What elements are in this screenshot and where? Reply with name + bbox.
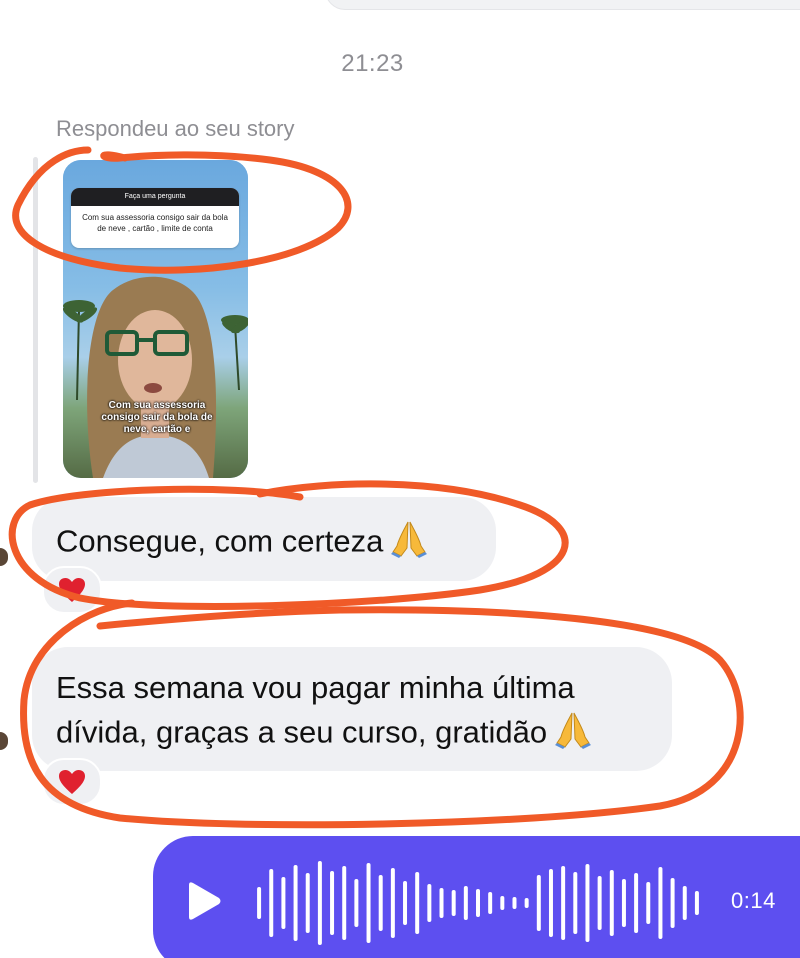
voice-duration: 0:14 [731,888,776,913]
play-button[interactable] [183,881,223,926]
previous-message-bubble[interactable] [325,0,800,10]
question-sticker-header: Faça uma pergunta [71,188,239,206]
message-reaction[interactable] [42,758,102,806]
play-icon [189,882,221,920]
annotation-overlay [8,146,744,829]
question-sticker: Faça uma pergunta Com sua assessoria con… [71,188,239,248]
message-text-line: Essa semana vou pagar minha última [56,670,575,705]
sender-avatar[interactable] [0,732,8,750]
message-bubble[interactable]: Essa semana vou pagar minha última dívid… [32,647,672,771]
message-timestamp: 21:23 [341,50,404,77]
heart-icon [59,578,85,602]
voice-message[interactable]: 0:14 [153,836,800,958]
folded-hands-icon [553,709,593,760]
heart-icon [59,770,85,794]
story-caption: Com sua assessoria consigo sair da bola … [101,400,213,435]
question-sticker-text: Com sua assessoria consigo sair da bola … [82,213,228,233]
folded-hands-icon [389,518,429,569]
chat-screen: 21:23 Respondeu ao seu story Faça uma pe… [0,0,800,958]
message-reaction[interactable] [42,566,102,614]
story-reply-label: Respondeu ao seu story [56,116,295,141]
story-preview[interactable]: Faça uma pergunta Com sua assessoria con… [63,160,248,478]
message-text: Consegue, com certeza [56,523,384,559]
message-text-line: dívida, graças a seu curso, gratidão [56,714,548,750]
audio-waveform [257,861,699,945]
message-bubble[interactable]: Consegue, com certeza [32,497,496,581]
reply-indicator-bar [33,157,38,483]
sender-avatar[interactable] [0,548,8,566]
